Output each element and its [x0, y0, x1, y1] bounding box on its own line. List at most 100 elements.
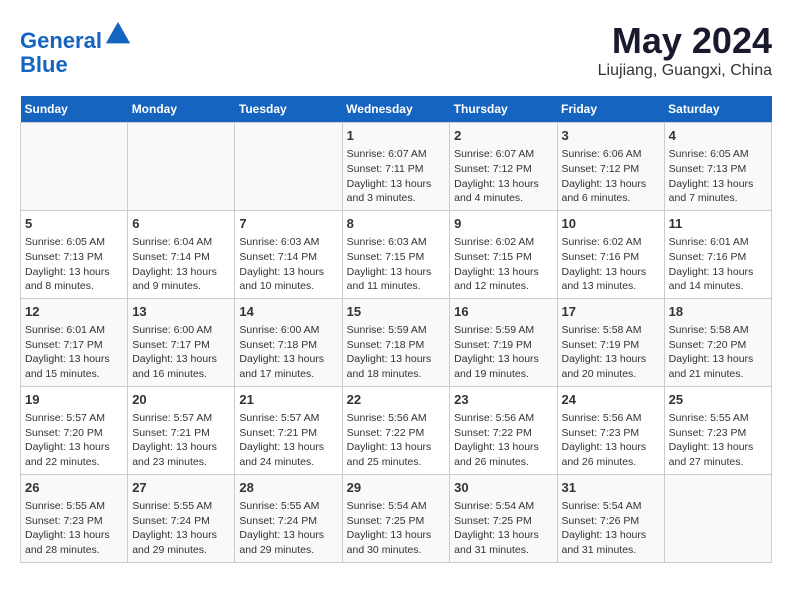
calendar-cell: 17 Sunrise: 5:58 AMSunset: 7:19 PMDayligh…: [557, 298, 664, 386]
calendar-cell: 25 Sunrise: 5:55 AMSunset: 7:23 PMDayligh…: [664, 386, 771, 474]
day-info: Sunrise: 5:57 AMSunset: 7:21 PMDaylight:…: [239, 411, 337, 470]
weekday-wednesday: Wednesday: [342, 96, 450, 123]
calendar-cell: 23Sunrise: 5:56 AMSunset: 7:22 PMDayligh…: [450, 386, 557, 474]
day-info: Sunrise: 6:07 AMSunset: 7:11 PMDaylight:…: [347, 147, 446, 206]
day-info: Sunrise: 5:57 AMSunset: 7:20 PMDaylight:…: [25, 411, 123, 470]
day-number: 7: [239, 215, 337, 233]
day-info: Sunrise: 5:56 AMSunset: 7:22 PMDaylight:…: [454, 411, 552, 470]
day-info: Sunrise: 5:55 AMSunset: 7:24 PMDaylight:…: [239, 499, 337, 558]
calendar-cell: [21, 123, 128, 211]
day-info: Sunrise: 5:54 AMSunset: 7:25 PMDaylight:…: [347, 499, 446, 558]
day-info: Sunrise: 6:03 AMSunset: 7:15 PMDaylight:…: [347, 235, 446, 294]
day-number: 30: [454, 479, 552, 497]
day-number: 18: [669, 303, 767, 321]
day-number: 24: [562, 391, 660, 409]
title-block: May 2024 Liujiang, Guangxi, China: [598, 20, 772, 80]
day-info: Sunrise: 5:56 AMSunset: 7:23 PMDaylight:…: [562, 411, 660, 470]
day-info: Sunrise: 5:56 AMSunset: 7:22 PMDaylight:…: [347, 411, 446, 470]
day-info: Sunrise: 6:00 AMSunset: 7:17 PMDaylight:…: [132, 323, 230, 382]
weekday-header-row: SundayMondayTuesdayWednesdayThursdayFrid…: [21, 96, 772, 123]
day-number: 3: [562, 127, 660, 145]
calendar-cell: 30Sunrise: 5:54 AMSunset: 7:25 PMDayligh…: [450, 474, 557, 562]
calendar-cell: 13 Sunrise: 6:00 AMSunset: 7:17 PMDayligh…: [128, 298, 235, 386]
calendar-cell: 20 Sunrise: 5:57 AMSunset: 7:21 PMDayligh…: [128, 386, 235, 474]
page-header: GeneralBlue May 2024 Liujiang, Guangxi, …: [20, 20, 772, 80]
subtitle: Liujiang, Guangxi, China: [598, 62, 772, 80]
calendar-cell: 16 Sunrise: 5:59 AMSunset: 7:19 PMDayligh…: [450, 298, 557, 386]
day-info: Sunrise: 6:02 AMSunset: 7:15 PMDaylight:…: [454, 235, 552, 294]
day-info: Sunrise: 6:03 AMSunset: 7:14 PMDaylight:…: [239, 235, 337, 294]
calendar-week-1: 1 Sunrise: 6:07 AMSunset: 7:11 PMDaylight…: [21, 123, 772, 211]
day-number: 4: [669, 127, 767, 145]
day-number: 20: [132, 391, 230, 409]
calendar-week-4: 19 Sunrise: 5:57 AMSunset: 7:20 PMDayligh…: [21, 386, 772, 474]
calendar-cell: 12Sunrise: 6:01 AMSunset: 7:17 PMDayligh…: [21, 298, 128, 386]
weekday-friday: Friday: [557, 96, 664, 123]
calendar-cell: 29 Sunrise: 5:54 AMSunset: 7:25 PMDayligh…: [342, 474, 450, 562]
day-number: 28: [239, 479, 337, 497]
calendar-cell: 27 Sunrise: 5:55 AMSunset: 7:24 PMDayligh…: [128, 474, 235, 562]
calendar-cell: 9 Sunrise: 6:02 AMSunset: 7:15 PMDaylight…: [450, 210, 557, 298]
calendar-cell: 2 Sunrise: 6:07 AMSunset: 7:12 PMDaylight…: [450, 123, 557, 211]
calendar-cell: [235, 123, 342, 211]
day-number: 16: [454, 303, 552, 321]
day-info: Sunrise: 6:07 AMSunset: 7:12 PMDaylight:…: [454, 147, 552, 206]
calendar-cell: 5Sunrise: 6:05 AMSunset: 7:13 PMDaylight…: [21, 210, 128, 298]
weekday-saturday: Saturday: [664, 96, 771, 123]
day-number: 13: [132, 303, 230, 321]
day-number: 17: [562, 303, 660, 321]
calendar-cell: 18 Sunrise: 5:58 AMSunset: 7:20 PMDayligh…: [664, 298, 771, 386]
day-info: Sunrise: 5:58 AMSunset: 7:20 PMDaylight:…: [669, 323, 767, 382]
day-info: Sunrise: 5:59 AMSunset: 7:19 PMDaylight:…: [454, 323, 552, 382]
day-info: Sunrise: 5:59 AMSunset: 7:18 PMDaylight:…: [347, 323, 446, 382]
calendar-table: SundayMondayTuesdayWednesdayThursdayFrid…: [20, 96, 772, 563]
day-info: Sunrise: 5:55 AMSunset: 7:24 PMDaylight:…: [132, 499, 230, 558]
day-number: 22: [347, 391, 446, 409]
day-info: Sunrise: 6:01 AMSunset: 7:16 PMDaylight:…: [669, 235, 767, 294]
day-info: Sunrise: 6:05 AMSunset: 7:13 PMDaylight:…: [669, 147, 767, 206]
calendar-cell: 10 Sunrise: 6:02 AMSunset: 7:16 PMDayligh…: [557, 210, 664, 298]
day-info: Sunrise: 5:57 AMSunset: 7:21 PMDaylight:…: [132, 411, 230, 470]
calendar-cell: 21 Sunrise: 5:57 AMSunset: 7:21 PMDayligh…: [235, 386, 342, 474]
calendar-cell: 31Sunrise: 5:54 AMSunset: 7:26 PMDayligh…: [557, 474, 664, 562]
day-number: 1: [347, 127, 446, 145]
day-number: 15: [347, 303, 446, 321]
day-number: 2: [454, 127, 552, 145]
day-info: Sunrise: 6:04 AMSunset: 7:14 PMDaylight:…: [132, 235, 230, 294]
day-number: 25: [669, 391, 767, 409]
day-number: 26: [25, 479, 123, 497]
calendar-week-3: 12Sunrise: 6:01 AMSunset: 7:17 PMDayligh…: [21, 298, 772, 386]
day-info: Sunrise: 6:06 AMSunset: 7:12 PMDaylight:…: [562, 147, 660, 206]
day-number: 29: [347, 479, 446, 497]
calendar-cell: 4 Sunrise: 6:05 AMSunset: 7:13 PMDaylight…: [664, 123, 771, 211]
calendar-cell: [664, 474, 771, 562]
day-number: 9: [454, 215, 552, 233]
calendar-cell: 26 Sunrise: 5:55 AMSunset: 7:23 PMDayligh…: [21, 474, 128, 562]
day-number: 12: [25, 303, 123, 321]
calendar-cell: 7 Sunrise: 6:03 AMSunset: 7:14 PMDaylight…: [235, 210, 342, 298]
day-info: Sunrise: 5:55 AMSunset: 7:23 PMDaylight:…: [25, 499, 123, 558]
calendar-cell: [128, 123, 235, 211]
calendar-cell: 24 Sunrise: 5:56 AMSunset: 7:23 PMDayligh…: [557, 386, 664, 474]
day-number: 21: [239, 391, 337, 409]
weekday-thursday: Thursday: [450, 96, 557, 123]
calendar-cell: 3 Sunrise: 6:06 AMSunset: 7:12 PMDaylight…: [557, 123, 664, 211]
logo: GeneralBlue: [20, 20, 132, 77]
day-info: Sunrise: 6:02 AMSunset: 7:16 PMDaylight:…: [562, 235, 660, 294]
calendar-cell: 28 Sunrise: 5:55 AMSunset: 7:24 PMDayligh…: [235, 474, 342, 562]
day-number: 19: [25, 391, 123, 409]
day-info: Sunrise: 5:58 AMSunset: 7:19 PMDaylight:…: [562, 323, 660, 382]
day-number: 31: [562, 479, 660, 497]
weekday-tuesday: Tuesday: [235, 96, 342, 123]
calendar-cell: 19 Sunrise: 5:57 AMSunset: 7:20 PMDayligh…: [21, 386, 128, 474]
calendar-cell: 11Sunrise: 6:01 AMSunset: 7:16 PMDayligh…: [664, 210, 771, 298]
calendar-cell: 14Sunrise: 6:00 AMSunset: 7:18 PMDayligh…: [235, 298, 342, 386]
weekday-monday: Monday: [128, 96, 235, 123]
day-number: 27: [132, 479, 230, 497]
calendar-week-2: 5Sunrise: 6:05 AMSunset: 7:13 PMDaylight…: [21, 210, 772, 298]
day-info: Sunrise: 5:55 AMSunset: 7:23 PMDaylight:…: [669, 411, 767, 470]
day-number: 10: [562, 215, 660, 233]
logo-icon: [104, 20, 132, 48]
calendar-week-5: 26 Sunrise: 5:55 AMSunset: 7:23 PMDayligh…: [21, 474, 772, 562]
logo-text: GeneralBlue: [20, 20, 132, 77]
